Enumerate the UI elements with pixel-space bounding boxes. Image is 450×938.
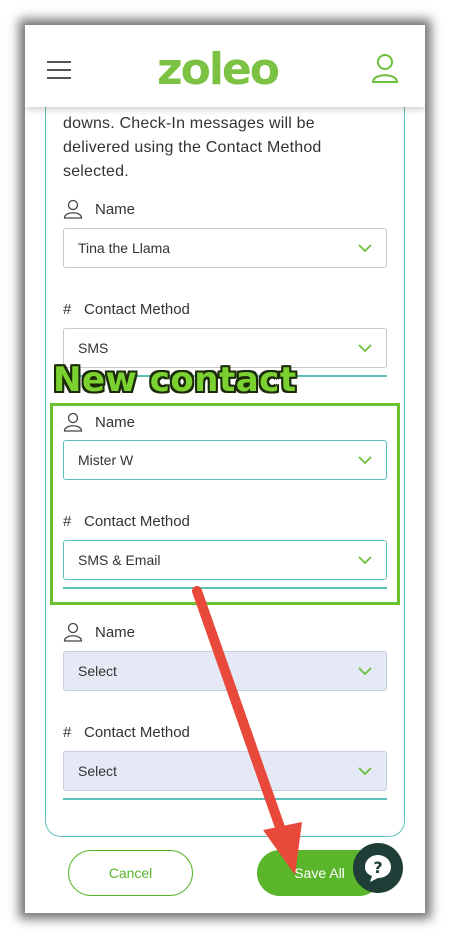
question-help-icon: ? [365, 855, 391, 882]
name-label-text: Name [95, 200, 136, 218]
person-icon [63, 199, 83, 219]
hash-icon: # [63, 300, 72, 318]
zoleo-logo: zoleo [157, 47, 281, 91]
contact-3-method-select[interactable]: Select [63, 751, 387, 791]
method-label-text: Contact Method [84, 723, 190, 741]
new-contact-annotation: New contact [53, 360, 297, 400]
zoleo-logo-text: zoleo [157, 47, 279, 91]
chevron-down-icon [358, 244, 372, 253]
contact-1-name-label: Name [63, 198, 135, 220]
contact-3-name-value: Select [78, 663, 117, 679]
user-profile-icon[interactable] [371, 53, 399, 83]
contact-3-method-label: # Contact Method [63, 721, 190, 743]
contact-1-name-select[interactable]: Tina the Llama [63, 228, 387, 268]
name-label-text: Name [95, 623, 136, 641]
hamburger-menu-icon[interactable] [47, 61, 71, 79]
intro-text: downs. Check-In messages will be deliver… [63, 115, 322, 180]
method-label-text: Contact Method [84, 300, 190, 318]
contact-3-name-label: Name [63, 621, 135, 643]
chevron-down-icon [358, 767, 372, 776]
new-contact-highlight-box [50, 403, 400, 605]
hash-icon: # [63, 723, 72, 741]
svg-text:?: ? [373, 858, 382, 877]
person-icon [63, 622, 83, 642]
contact-1-name-value: Tina the Llama [78, 240, 171, 256]
app-frame: zoleo downs. Check-In messages will be d… [25, 25, 425, 913]
divider [63, 798, 387, 800]
cancel-button[interactable]: Cancel [68, 850, 193, 896]
chevron-down-icon [358, 667, 372, 676]
help-chat-button[interactable]: ? [353, 843, 403, 893]
contact-3-method-value: Select [78, 763, 117, 779]
contact-1-method-label: # Contact Method [63, 298, 190, 320]
chevron-down-icon [358, 344, 372, 353]
contact-1-method-value: SMS [78, 340, 109, 356]
contact-3-name-select[interactable]: Select [63, 651, 387, 691]
app-header: zoleo [25, 25, 425, 107]
